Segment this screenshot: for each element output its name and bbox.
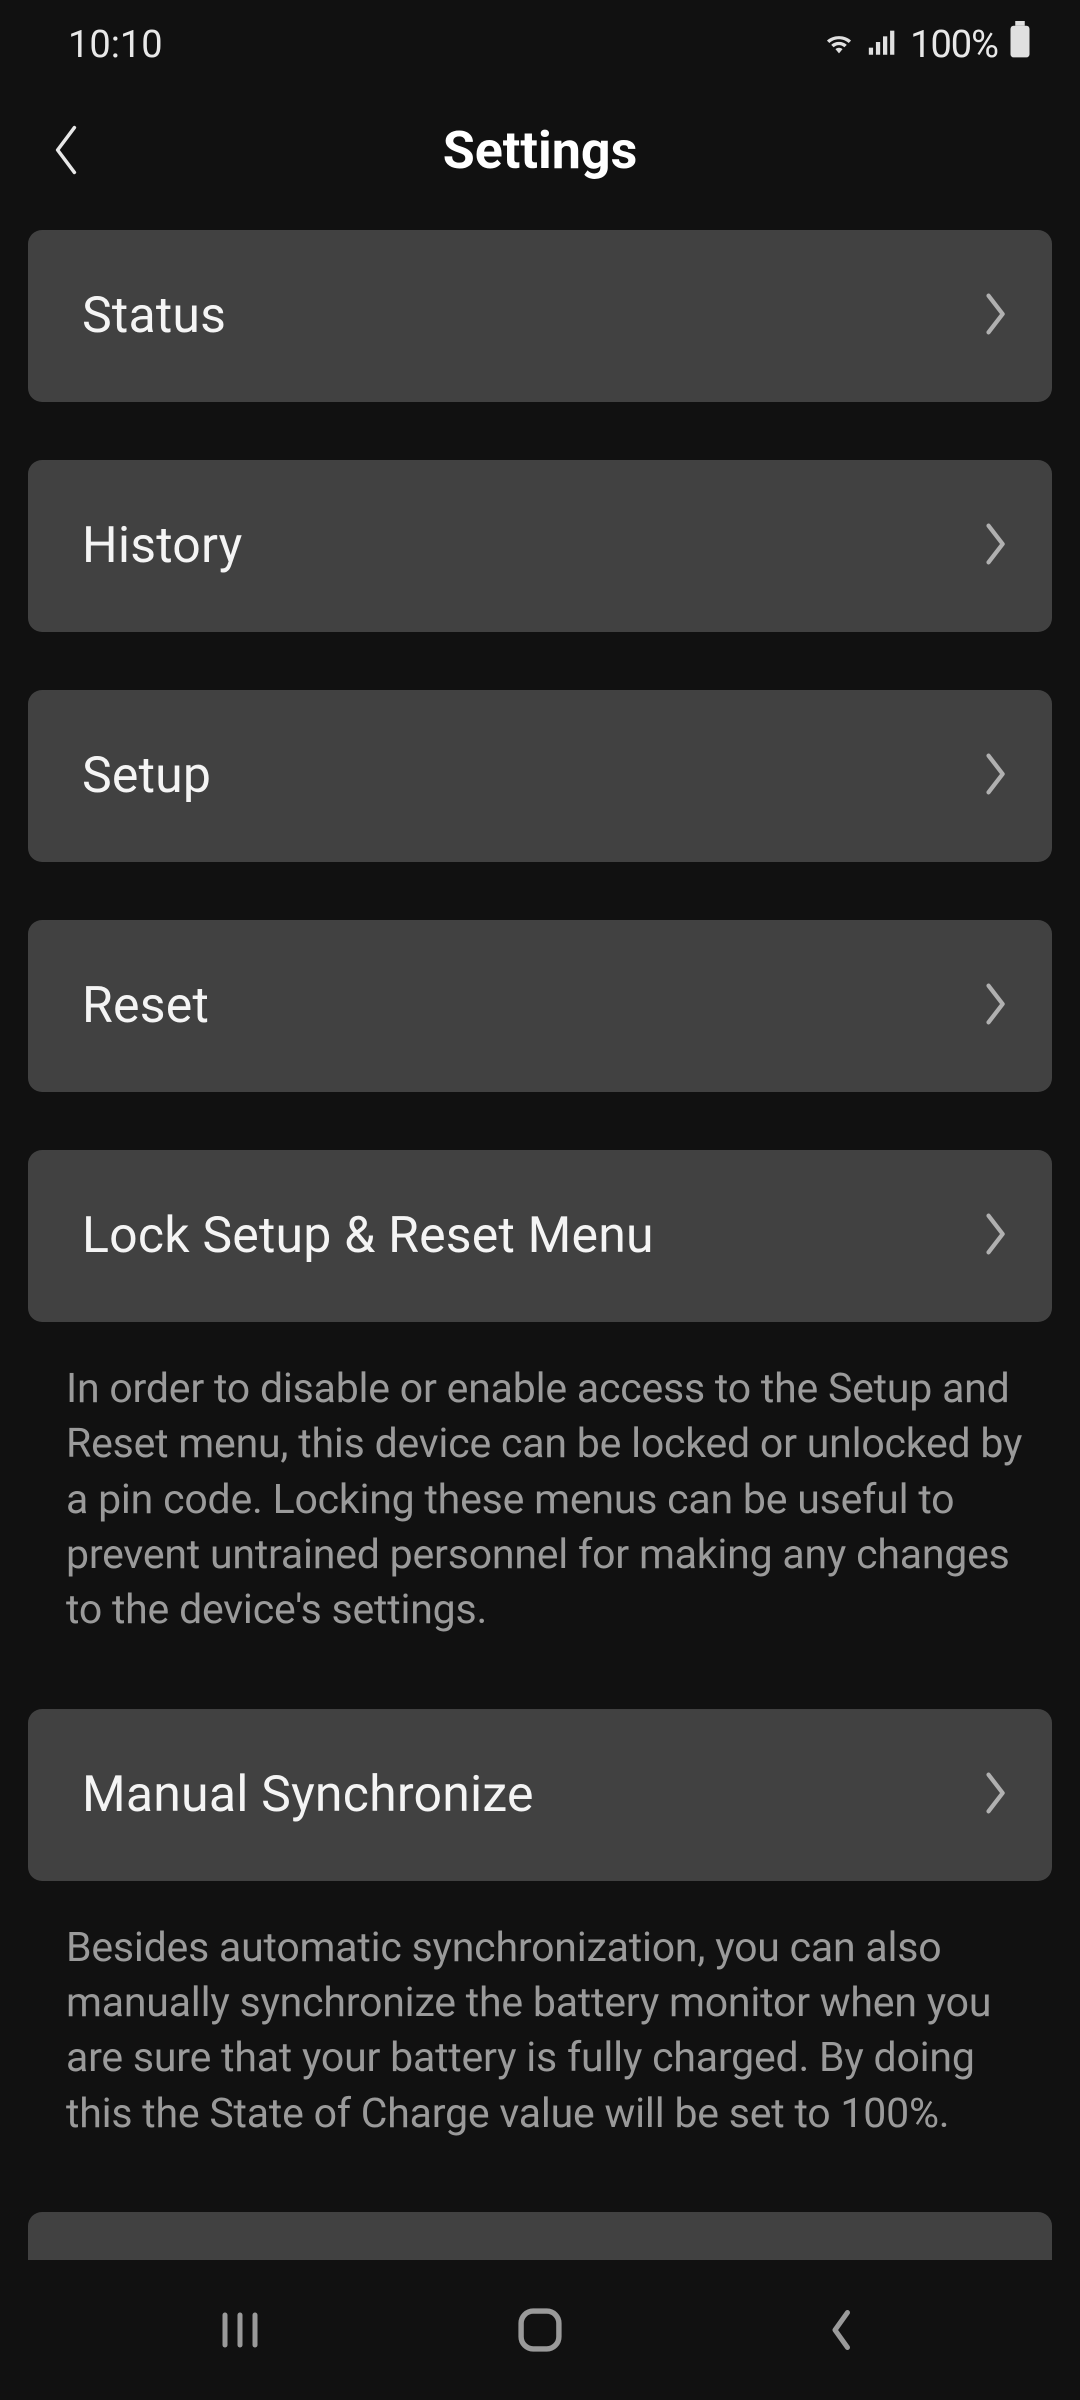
history-row[interactable]: History <box>28 460 1052 632</box>
battery-text: 100% <box>910 23 998 67</box>
chevron-right-icon <box>982 980 1012 1032</box>
chevron-right-icon <box>982 1769 1012 1821</box>
chevron-left-icon <box>48 122 84 178</box>
page-title: Settings <box>443 120 638 181</box>
status-row[interactable]: Status <box>28 230 1052 402</box>
wifi-icon <box>822 23 856 67</box>
home-icon <box>513 2303 567 2357</box>
sync-description: Besides automatic synchronization, you c… <box>28 1921 1052 2142</box>
chevron-right-icon <box>982 750 1012 802</box>
chevron-right-icon <box>982 290 1012 342</box>
recents-icon <box>215 2305 265 2355</box>
reset-row[interactable]: Reset <box>28 920 1052 1092</box>
row-label: Status <box>82 287 226 345</box>
recents-button[interactable] <box>200 2300 280 2360</box>
manual-synchronize-row[interactable]: Manual Synchronize <box>28 1709 1052 1881</box>
row-label: Setup <box>82 747 211 805</box>
battery-icon <box>1008 21 1032 69</box>
chevron-right-icon <box>982 1210 1012 1262</box>
row-label: History <box>82 517 242 575</box>
clock-text: 10:10 <box>68 23 163 67</box>
status-icons: 100% <box>822 21 1032 69</box>
lock-setup-reset-row[interactable]: Lock Setup & Reset Menu <box>28 1150 1052 1322</box>
back-button[interactable] <box>36 120 96 180</box>
home-button[interactable] <box>500 2300 580 2360</box>
row-label: Manual Synchronize <box>82 1766 534 1824</box>
app-header: Settings <box>0 90 1080 210</box>
chevron-right-icon <box>982 520 1012 572</box>
signal-icon <box>866 23 900 67</box>
chevron-left-icon <box>820 2305 860 2355</box>
nav-back-button[interactable] <box>800 2300 880 2360</box>
row-label: Reset <box>82 977 209 1035</box>
setup-row[interactable]: Setup <box>28 690 1052 862</box>
status-bar: 10:10 100% <box>0 0 1080 90</box>
row-label: Lock Setup & Reset Menu <box>82 1207 654 1265</box>
lock-description: In order to disable or enable access to … <box>28 1362 1052 1639</box>
settings-list: Status History Setup Reset Lock Setup & … <box>0 210 1080 2294</box>
system-nav-bar <box>0 2260 1080 2400</box>
